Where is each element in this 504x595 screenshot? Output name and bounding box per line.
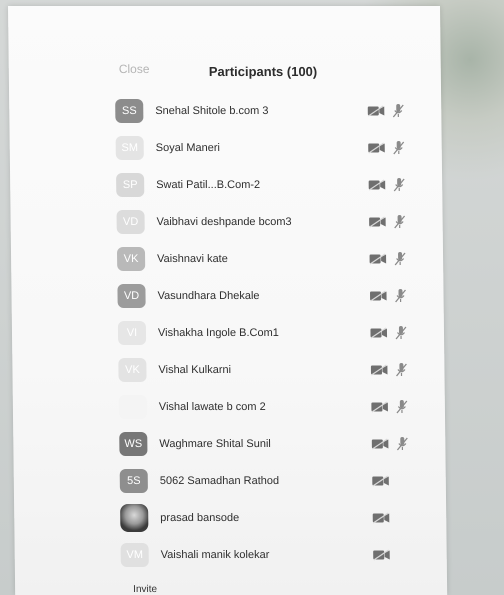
list-item[interactable]: 5S 5062 Samadhan Rathod bbox=[110, 462, 440, 499]
video-off-icon bbox=[367, 105, 385, 117]
avatar bbox=[120, 503, 149, 532]
mic-muted-icon bbox=[395, 399, 409, 415]
list-item[interactable]: SM Soyal Maneri bbox=[106, 129, 436, 166]
mic-muted-icon bbox=[395, 436, 409, 452]
avatar: VD bbox=[117, 283, 146, 308]
avatar: VK bbox=[116, 246, 146, 271]
participant-name: Soyal Maneri bbox=[155, 141, 221, 154]
participant-name: Vishal Kulkarni bbox=[158, 363, 232, 376]
participant-controls bbox=[371, 436, 431, 452]
list-item[interactable]: VM Vaishali manik kolekar bbox=[110, 536, 440, 573]
close-button[interactable]: Close bbox=[119, 62, 150, 76]
mic-muted-icon bbox=[391, 103, 405, 119]
participant-name: Vaishali manik kolekar bbox=[160, 548, 270, 561]
avatar: SS bbox=[115, 98, 144, 123]
list-item[interactable]: SS Snehal Shitole b.com 3 bbox=[105, 92, 435, 129]
list-item[interactable]: VD Vaibhavi deshpande bcom3 bbox=[106, 203, 436, 240]
participant-name: Snehal Shitole b.com 3 bbox=[155, 104, 269, 117]
list-item[interactable]: Vishal lawate b com 2 bbox=[109, 388, 439, 425]
mic-muted-icon bbox=[394, 362, 408, 378]
avatar: VK bbox=[118, 357, 147, 382]
page-title: Participants (100) bbox=[208, 64, 318, 79]
video-off-icon bbox=[368, 142, 386, 154]
list-item[interactable]: VD Vasundhara Dhekale bbox=[107, 277, 437, 314]
video-off-icon bbox=[372, 475, 390, 487]
participant-name: prasad bansode bbox=[160, 511, 240, 524]
list-item[interactable]: WS Waghmare Shital Sunil bbox=[109, 425, 439, 462]
participant-controls bbox=[372, 475, 432, 487]
participant-name: 5062 Samadhan Rathod bbox=[159, 474, 280, 487]
list-item[interactable]: VK Vishal Kulkarni bbox=[108, 351, 438, 388]
list-item[interactable]: prasad bansode bbox=[110, 499, 440, 536]
video-off-icon bbox=[369, 216, 387, 228]
avatar: SM bbox=[115, 135, 144, 160]
participant-controls bbox=[367, 103, 427, 119]
participant-controls bbox=[368, 140, 428, 156]
list-item[interactable]: SP Swati Patil...B.Com-2 bbox=[106, 166, 436, 203]
list-item[interactable]: VK Vaishnavi kate bbox=[107, 240, 437, 277]
participant-name: Vishal lawate b com 2 bbox=[158, 400, 266, 413]
video-off-icon bbox=[373, 549, 391, 561]
participants-panel: Close Participants (100) SS Snehal Shitol… bbox=[8, 6, 448, 595]
participant-controls bbox=[369, 288, 429, 304]
mic-muted-icon bbox=[393, 288, 407, 304]
video-off-icon bbox=[371, 438, 389, 450]
list-item[interactable]: VI Vishakha Ingole B.Com1 bbox=[108, 314, 438, 351]
avatar: SP bbox=[116, 172, 145, 197]
avatar: VD bbox=[116, 209, 145, 234]
participant-name: Vaishnavi kate bbox=[157, 252, 228, 265]
video-off-icon bbox=[370, 364, 388, 376]
participant-name: Vishakha Ingole B.Com1 bbox=[157, 326, 279, 339]
mic-muted-icon bbox=[392, 177, 406, 193]
participant-controls bbox=[372, 512, 432, 524]
participant-controls bbox=[369, 214, 429, 230]
participant-controls bbox=[370, 325, 430, 341]
participant-controls bbox=[371, 399, 431, 415]
video-off-icon bbox=[371, 401, 389, 413]
participant-controls bbox=[369, 251, 429, 267]
mic-muted-icon bbox=[393, 251, 407, 267]
avatar bbox=[118, 394, 148, 419]
invite-button[interactable]: Invite bbox=[133, 584, 157, 595]
avatar: WS bbox=[119, 431, 148, 456]
video-off-icon bbox=[368, 179, 386, 191]
video-off-icon bbox=[369, 290, 387, 302]
avatar: 5S bbox=[119, 468, 148, 493]
participant-controls bbox=[370, 362, 430, 378]
participant-name: Swati Patil...B.Com-2 bbox=[156, 178, 261, 191]
participant-name: Vaibhavi deshpande bcom3 bbox=[156, 215, 292, 228]
mic-muted-icon bbox=[394, 325, 408, 341]
participant-name: Waghmare Shital Sunil bbox=[159, 437, 271, 450]
video-off-icon bbox=[372, 512, 390, 524]
participant-controls bbox=[373, 549, 433, 561]
participant-name: Vasundhara Dhekale bbox=[157, 289, 260, 302]
video-off-icon bbox=[370, 327, 388, 339]
mic-muted-icon bbox=[393, 214, 407, 230]
video-off-icon bbox=[369, 253, 387, 265]
participants-header: Close Participants (100) bbox=[119, 62, 441, 82]
participant-list: SS Snehal Shitole b.com 3 SM Soyal Maneri SP… bbox=[105, 92, 441, 573]
participant-controls bbox=[368, 177, 428, 193]
avatar: VI bbox=[117, 320, 147, 345]
mic-muted-icon bbox=[392, 140, 406, 156]
avatar: VM bbox=[120, 542, 149, 567]
